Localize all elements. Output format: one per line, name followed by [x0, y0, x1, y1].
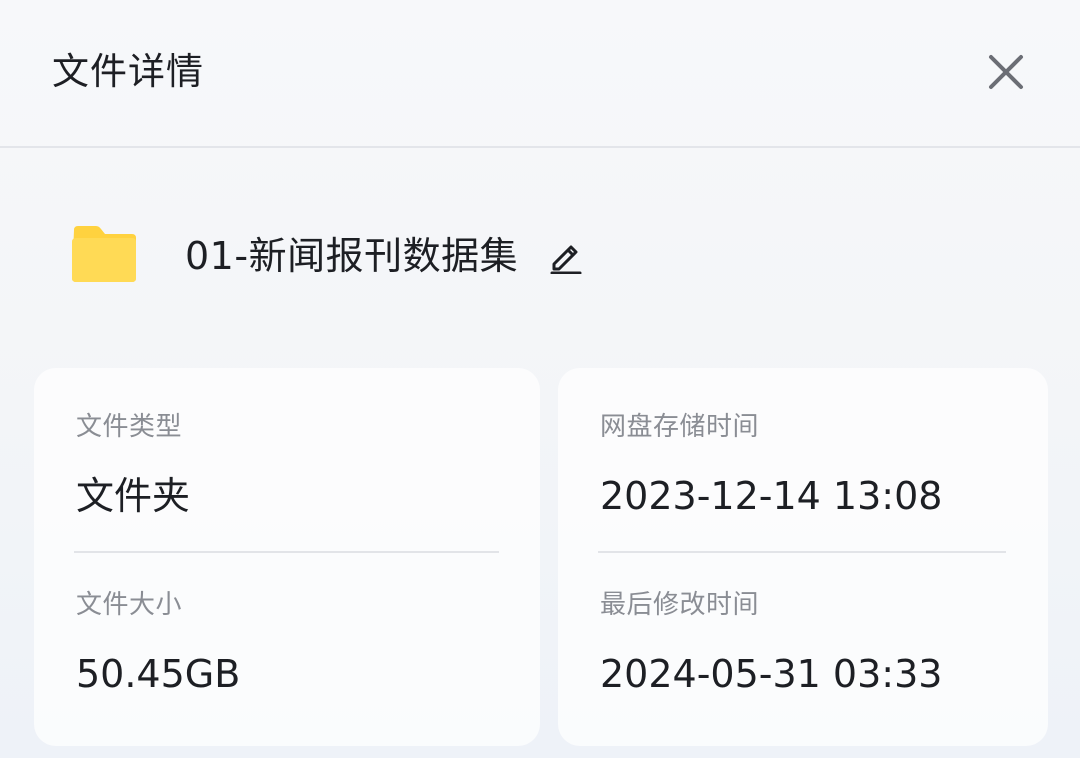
file-type-value: 文件夹	[76, 474, 191, 518]
stored-time-field: 网盘存储时间 2023-12-14 13:08	[600, 410, 942, 520]
file-size-label: 文件大小	[76, 590, 183, 620]
file-details-sheet: 文件详情 01-新闻报刊数据集 文件类型 文件夹 文件大小 50.45GB 网盘…	[0, 0, 1080, 758]
file-size-value: 50.45GB	[76, 652, 241, 696]
file-size-field: 文件大小 50.45GB	[76, 588, 240, 698]
page-title: 文件详情	[52, 50, 204, 93]
close-icon	[989, 55, 1023, 89]
divider	[74, 551, 499, 553]
stored-time-value: 2023-12-14 13:08	[600, 474, 943, 518]
rename-button[interactable]	[546, 236, 586, 276]
modified-time-value: 2024-05-31 03:33	[600, 652, 943, 696]
info-card-right: 网盘存储时间 2023-12-14 13:08 最后修改时间 2024-05-3…	[558, 368, 1048, 746]
pencil-icon	[550, 245, 582, 274]
stored-time-label: 网盘存储时间	[600, 412, 760, 442]
modified-time-label: 最后修改时间	[600, 590, 760, 620]
file-type-field: 文件类型 文件夹	[76, 410, 190, 520]
header: 文件详情	[0, 0, 1080, 148]
folder-icon	[72, 226, 136, 282]
file-name-row: 01-新闻报刊数据集	[70, 220, 770, 300]
modified-time-field: 最后修改时间 2024-05-31 03:33	[600, 588, 942, 698]
close-button[interactable]	[980, 46, 1032, 98]
divider	[598, 551, 1006, 553]
info-card-left: 文件类型 文件夹 文件大小 50.45GB	[34, 368, 540, 746]
file-name: 01-新闻报刊数据集	[185, 234, 519, 278]
file-type-label: 文件类型	[76, 412, 183, 442]
